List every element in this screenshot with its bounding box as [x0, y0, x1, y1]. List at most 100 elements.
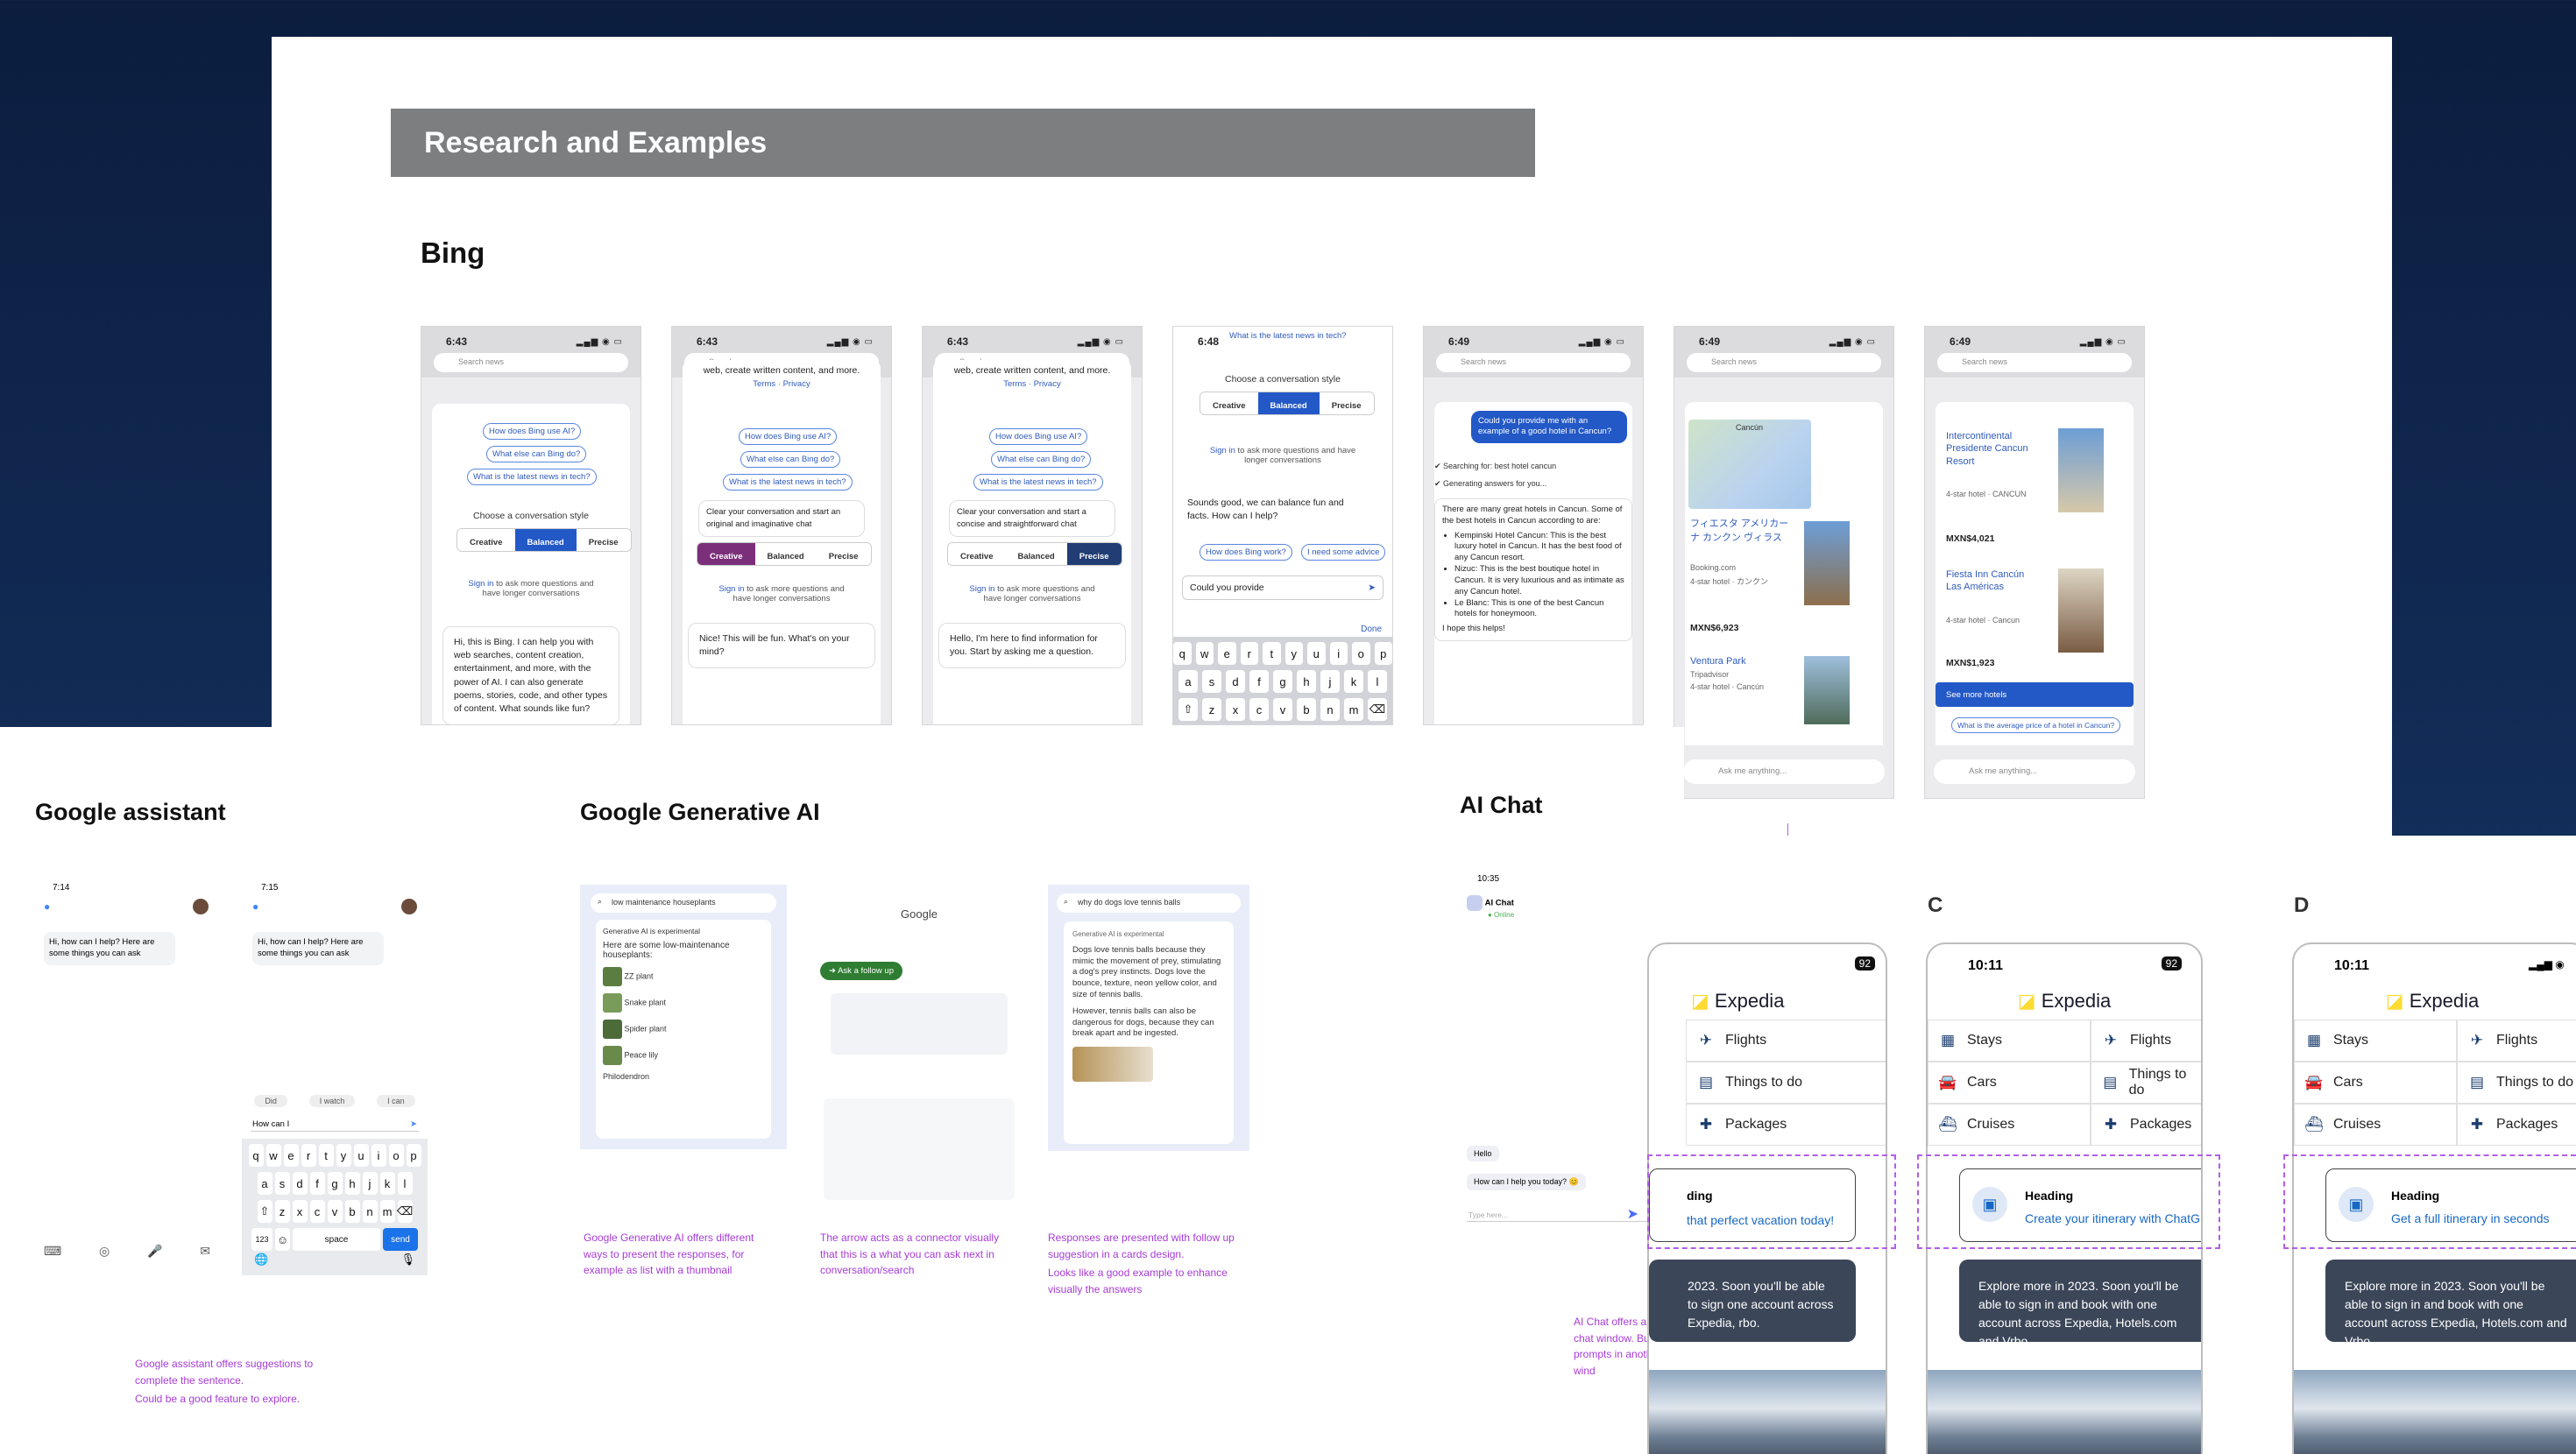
nav-things-to-do[interactable]: ▤ Things to do [2457, 1062, 2576, 1104]
key[interactable]: q [1173, 642, 1192, 665]
key[interactable]: i [1329, 642, 1348, 665]
style-toggle[interactable]: Creative Balanced Precise [456, 528, 632, 552]
plant-item[interactable]: Snake plant [603, 993, 764, 1013]
key[interactable]: t [318, 1144, 334, 1167]
lens-icon[interactable]: ◎ [99, 1244, 110, 1259]
space-key[interactable]: space [293, 1228, 380, 1251]
key[interactable]: u [353, 1144, 369, 1167]
shift-icon[interactable]: ⇧ [257, 1200, 272, 1223]
key[interactable]: k [379, 1172, 395, 1195]
ask-input[interactable]: Ask me anything... [1934, 759, 2135, 784]
nav-flights[interactable]: ✈ Flights [2091, 1020, 2201, 1062]
key[interactable]: p [406, 1144, 421, 1167]
suggestion-chip[interactable]: What is the latest news in tech? [1224, 328, 1352, 343]
key[interactable]: l [1368, 670, 1387, 693]
nav-packages[interactable]: ✚ Packages [2091, 1104, 2201, 1146]
avatar[interactable] [193, 899, 209, 914]
style-balanced[interactable]: Balanced [1257, 392, 1320, 414]
suggestion[interactable]: I watch [308, 1095, 356, 1107]
key[interactable]: r [1240, 642, 1258, 665]
key[interactable]: z [274, 1200, 290, 1223]
suggestion[interactable]: I can [377, 1095, 415, 1107]
send-icon[interactable]: ➤ [410, 1119, 417, 1129]
signin-link[interactable]: Sign in [718, 584, 744, 594]
chat-input[interactable]: Type here... [1467, 1209, 1649, 1222]
suggestion-chip[interactable]: What else can Bing do? [740, 451, 841, 468]
key[interactable]: x [1226, 698, 1245, 721]
compose-input[interactable]: Could you provide ➤ [1182, 575, 1384, 600]
num-key[interactable]: 123 [251, 1228, 272, 1251]
suggestion-chip[interactable]: I need some advice [1301, 544, 1386, 561]
key[interactable]: f [309, 1172, 325, 1195]
search-input[interactable]: Search news [434, 353, 628, 372]
key[interactable]: c [309, 1200, 325, 1223]
key[interactable]: k [1344, 670, 1363, 693]
key[interactable]: h [344, 1172, 360, 1195]
suggestion-chip[interactable]: What is the latest news in tech? [973, 474, 1103, 491]
assistant-input[interactable]: How can I ➤ [251, 1118, 419, 1132]
plant-item[interactable]: ZZ plant [603, 967, 764, 986]
hotel-card[interactable]: フィエスタ アメリカーナ カンクン ヴィラス [1690, 516, 1795, 544]
key[interactable]: b [344, 1200, 360, 1223]
terms-link[interactable]: Terms · Privacy [933, 379, 1131, 389]
style-creative[interactable]: Creative [697, 543, 755, 565]
key[interactable]: e [283, 1144, 299, 1167]
style-precise[interactable]: Precise [1319, 392, 1374, 414]
key[interactable]: i [371, 1144, 386, 1167]
key[interactable]: d [292, 1172, 308, 1195]
mic-icon[interactable]: 🎙 [400, 1253, 415, 1267]
key[interactable]: y [1284, 642, 1303, 665]
suggestion-chip[interactable]: How does Bing use AI? [989, 428, 1088, 445]
key[interactable]: s [1202, 670, 1221, 693]
key[interactable]: z [1202, 698, 1221, 721]
signin-link[interactable]: Sign in [969, 584, 994, 594]
key[interactable]: p [1374, 642, 1392, 665]
key[interactable]: n [1320, 698, 1340, 721]
style-creative[interactable]: Creative [1200, 392, 1258, 414]
plant-item[interactable]: Philodendron [603, 1072, 764, 1081]
nav-cruises[interactable]: ⛴ Cruises [1928, 1104, 2091, 1146]
send-icon[interactable]: ➤ [1627, 1205, 1638, 1223]
key[interactable]: s [274, 1172, 290, 1195]
globe-icon[interactable]: 🌐 [254, 1253, 268, 1267]
nav-stays[interactable]: ▦ Stays [1928, 1020, 2091, 1062]
key[interactable]: a [257, 1172, 272, 1195]
style-precise[interactable]: Precise [1066, 543, 1122, 565]
mic-icon[interactable]: 🎤 [147, 1244, 162, 1259]
backspace-icon[interactable]: ⌫ [1368, 698, 1387, 721]
compose-icon[interactable]: ✉ [200, 1244, 210, 1259]
backspace-icon[interactable]: ⌫ [397, 1200, 413, 1223]
plant-item[interactable]: Spider plant [603, 1020, 764, 1039]
nav-things-to-do[interactable]: ▤ Things to do [1686, 1062, 1886, 1104]
keyboard-icon[interactable]: ⌨ [44, 1244, 61, 1259]
style-precise[interactable]: Precise [816, 543, 871, 565]
key[interactable]: g [327, 1172, 343, 1195]
emoji-icon[interactable]: ☺ [275, 1228, 290, 1251]
key[interactable]: n [362, 1200, 378, 1223]
key[interactable]: t [1263, 642, 1281, 665]
style-precise[interactable]: Precise [576, 529, 631, 551]
suggestion-chip[interactable]: What else can Bing do? [991, 451, 1092, 468]
avatar[interactable] [401, 899, 417, 914]
style-toggle[interactable]: Creative Balanced Precise [697, 542, 872, 566]
learn-more-link[interactable]: Learn more [1978, 1352, 2197, 1368]
shift-icon[interactable]: ⇧ [1178, 698, 1198, 721]
nav-cruises[interactable]: ⛴ Cruises [2294, 1104, 2457, 1146]
style-toggle[interactable]: Creative Balanced Precise [947, 542, 1122, 566]
hotel-card[interactable]: Intercontinental Presidente Cancun Resor… [1946, 430, 2042, 468]
done-button[interactable]: Done [1361, 625, 1382, 634]
follow-up-button[interactable]: ➜ Ask a follow up [820, 962, 902, 980]
terms-link[interactable]: Terms · Privacy [683, 379, 881, 389]
key[interactable]: l [397, 1172, 413, 1195]
ask-input[interactable]: Ask me anything... [1683, 759, 1885, 784]
key[interactable]: q [248, 1144, 264, 1167]
nav-packages[interactable]: ✚ Packages [2457, 1104, 2576, 1146]
suggestion-chip[interactable]: How does Bing use AI? [739, 428, 838, 445]
key[interactable]: r [301, 1144, 316, 1167]
style-creative[interactable]: Creative [948, 543, 1006, 565]
key[interactable]: v [1273, 698, 1292, 721]
key[interactable]: j [1320, 670, 1340, 693]
suggestion-chip[interactable]: What is the latest news in tech? [723, 474, 853, 491]
nav-cars[interactable]: 🚘 Cars [2294, 1062, 2457, 1104]
key[interactable]: m [379, 1200, 395, 1223]
